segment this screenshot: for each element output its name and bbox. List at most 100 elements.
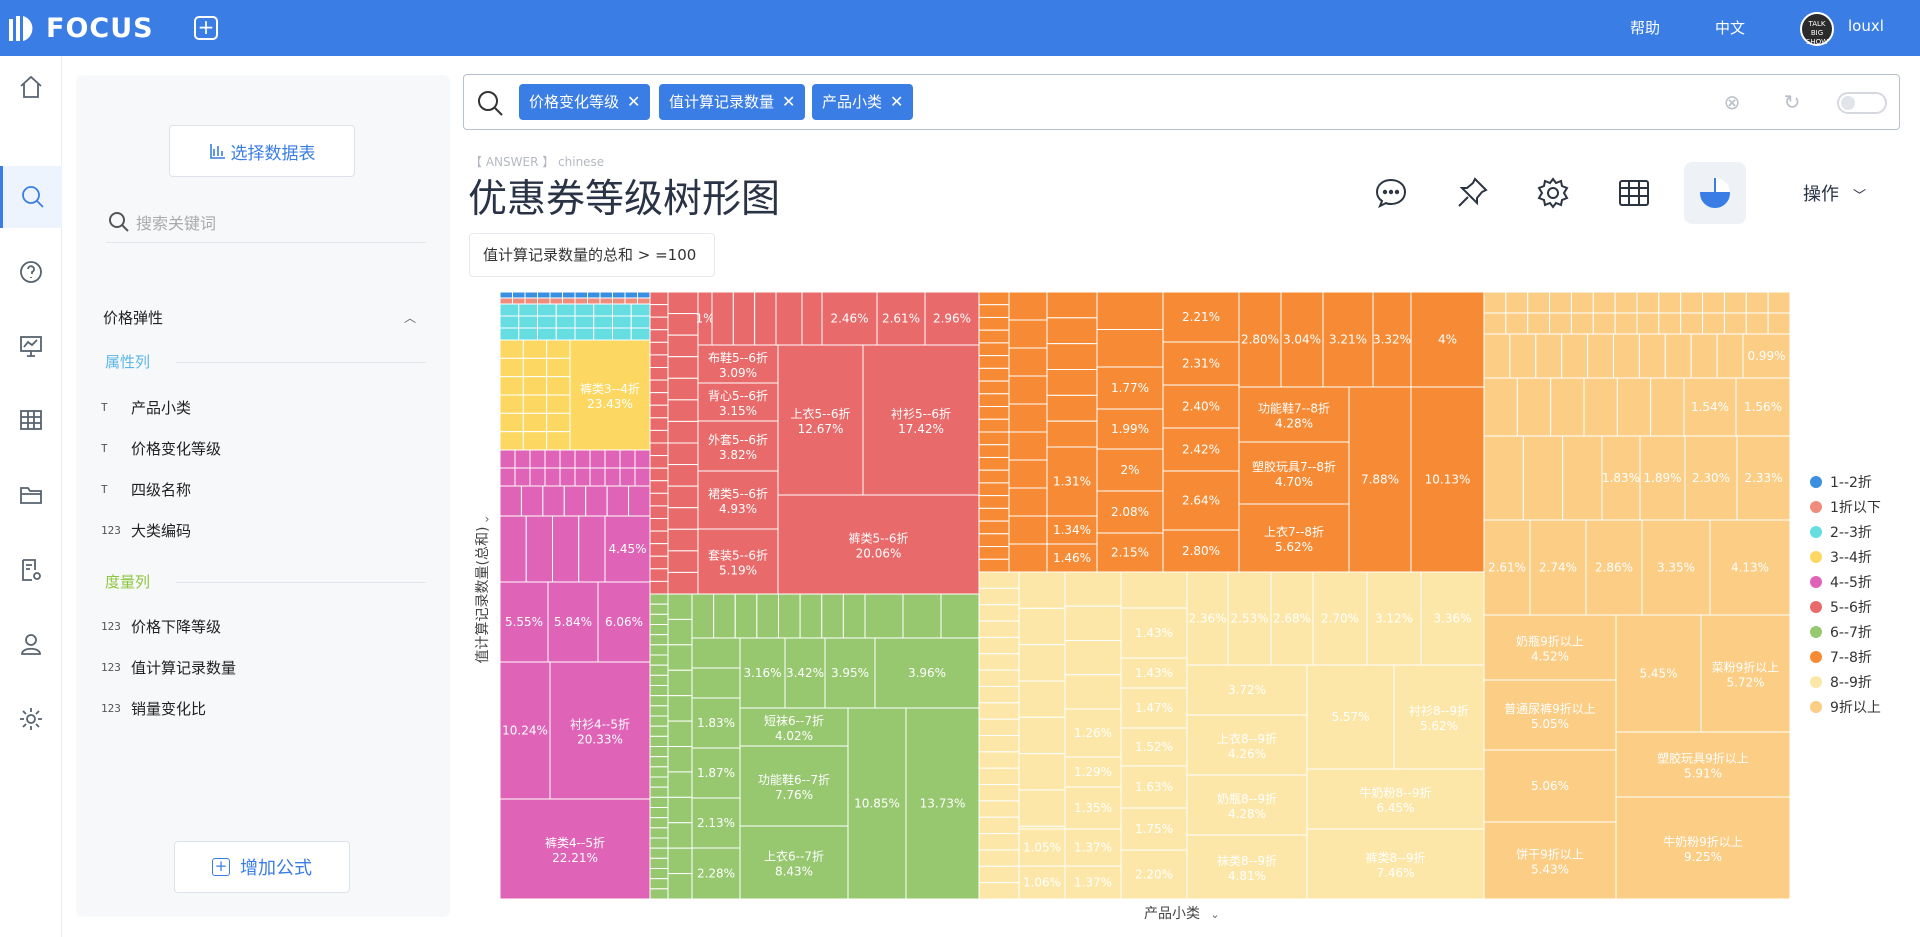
treemap-cell[interactable] (649, 291, 669, 306)
treemap-cell[interactable] (499, 376, 524, 396)
treemap-cell[interactable] (667, 847, 693, 875)
treemap-cell[interactable] (667, 377, 699, 401)
treemap-cell[interactable] (529, 449, 546, 469)
treemap-cell[interactable] (529, 467, 546, 487)
treemap-cell[interactable] (649, 654, 669, 666)
treemap-cell[interactable] (978, 767, 1020, 786)
treemap-cell[interactable] (624, 291, 638, 299)
treemap-cell[interactable] (619, 467, 636, 487)
language-switch[interactable]: 中文 (1715, 17, 1745, 38)
treemap-cell[interactable] (649, 379, 669, 394)
close-icon[interactable]: ✕ (627, 92, 640, 111)
treemap-cell[interactable] (978, 751, 1020, 769)
treemap-cell[interactable] (518, 303, 538, 317)
treemap-cell[interactable] (649, 847, 669, 859)
nav-home[interactable] (0, 56, 62, 118)
chevron-right-icon[interactable]: › (485, 512, 490, 526)
treemap-cell[interactable] (649, 429, 669, 444)
treemap-cell[interactable] (524, 291, 538, 299)
treemap-cell[interactable] (649, 715, 669, 727)
treemap-cell[interactable] (574, 291, 588, 299)
user-name[interactable]: louxl (1848, 17, 1884, 35)
treemap-cell[interactable] (546, 376, 571, 396)
treemap-cell[interactable] (559, 449, 576, 469)
treemap-cell[interactable] (1008, 459, 1048, 489)
treemap-cell[interactable] (512, 297, 526, 305)
treemap-cell[interactable] (1522, 435, 1564, 521)
treemap-cell[interactable] (978, 571, 1020, 589)
nav-user[interactable] (0, 613, 62, 675)
treemap-cell[interactable] (1046, 343, 1098, 371)
chevron-up-icon[interactable]: ︿ (404, 309, 416, 326)
add-formula-button[interactable]: + 增加公式 (174, 841, 350, 893)
filter-condition[interactable]: 值计算记录数量的总和 > =100 (469, 233, 715, 277)
legend-label[interactable]: 2--3折 (1830, 525, 1872, 541)
treemap-cell[interactable] (1549, 312, 1572, 335)
settings-button[interactable] (1522, 162, 1584, 224)
treemap-cell[interactable] (649, 664, 669, 676)
clear-icon[interactable]: ⊗ (1720, 91, 1744, 115)
treemap-cell[interactable] (1527, 291, 1551, 314)
treemap-cell[interactable] (649, 613, 669, 626)
treemap-cell[interactable] (978, 669, 1020, 687)
treemap-cell[interactable] (634, 449, 651, 469)
treemap-cell[interactable] (1570, 291, 1594, 314)
treemap-cell[interactable] (559, 467, 576, 487)
treemap-cell[interactable] (691, 637, 741, 669)
legend-label[interactable]: 8--9折 (1830, 675, 1872, 691)
treemap-cell[interactable] (574, 303, 595, 317)
treemap-cell[interactable] (499, 357, 524, 378)
avatar[interactable]: TALK BIG SHOW (1800, 12, 1834, 46)
treemap-cell[interactable] (667, 420, 699, 444)
treemap-cell[interactable] (1008, 291, 1048, 321)
treemap-cell[interactable] (1587, 333, 1614, 379)
treemap-cell[interactable] (1505, 291, 1529, 314)
treemap-cell[interactable] (649, 603, 669, 615)
treemap-cell[interactable] (589, 467, 606, 487)
treemap-cell[interactable] (1702, 312, 1725, 335)
treemap-cell[interactable] (499, 327, 520, 341)
treemap-cell[interactable] (1018, 644, 1066, 682)
search-chip[interactable]: 产品小类 ✕ (812, 84, 914, 120)
treemap-cell[interactable] (902, 593, 942, 639)
treemap-cell[interactable] (1535, 333, 1563, 379)
treemap-cell[interactable] (1483, 377, 1518, 437)
treemap-cell[interactable] (649, 827, 669, 839)
treemap-cell[interactable] (1583, 377, 1618, 437)
treemap-cell[interactable] (1064, 640, 1122, 676)
treemap-cell[interactable] (549, 291, 563, 299)
treemap-cell[interactable] (612, 291, 626, 299)
treemap-cell[interactable] (978, 355, 1010, 369)
treemap-cell[interactable] (524, 297, 538, 305)
treemap-cell[interactable] (667, 507, 699, 530)
field-sales-change-ratio[interactable]: 123 销量变化比 (101, 698, 206, 719)
treemap-cell[interactable] (499, 297, 513, 305)
treemap-cell[interactable] (1614, 291, 1638, 314)
treemap-cell[interactable] (649, 837, 669, 849)
treemap-cell[interactable] (612, 327, 632, 341)
field-category-code[interactable]: 123 大类编码 (101, 520, 191, 541)
treemap-cell[interactable] (552, 515, 580, 583)
treemap-cell[interactable] (562, 291, 576, 299)
treemap-cell[interactable] (1483, 333, 1511, 379)
treemap-cell[interactable] (1096, 291, 1164, 330)
search-chip[interactable]: 值计算记录数量 ✕ (659, 84, 806, 120)
treemap-cell[interactable] (1483, 291, 1507, 314)
treemap-cell[interactable] (1046, 317, 1098, 345)
treemap-cell[interactable] (799, 593, 823, 639)
treemap-cell[interactable] (514, 449, 531, 469)
treemap-cell[interactable] (649, 756, 669, 768)
treemap-cell[interactable] (978, 520, 1010, 535)
treemap-cell[interactable] (522, 412, 548, 433)
treemap-cell[interactable] (649, 392, 669, 406)
treemap-cell[interactable] (978, 456, 1010, 471)
treemap-cell[interactable] (537, 315, 557, 329)
refresh-icon[interactable]: ↻ (1780, 91, 1804, 115)
nav-data-settings[interactable] (0, 539, 62, 601)
treemap-cell[interactable] (537, 303, 557, 317)
treemap-cell[interactable] (499, 412, 524, 433)
chart-view-button[interactable] (1684, 162, 1746, 224)
field-product-subcategory[interactable]: T 产品小类 (101, 397, 191, 418)
treemap-cell[interactable] (978, 469, 1010, 484)
treemap-cell[interactable] (667, 669, 693, 697)
